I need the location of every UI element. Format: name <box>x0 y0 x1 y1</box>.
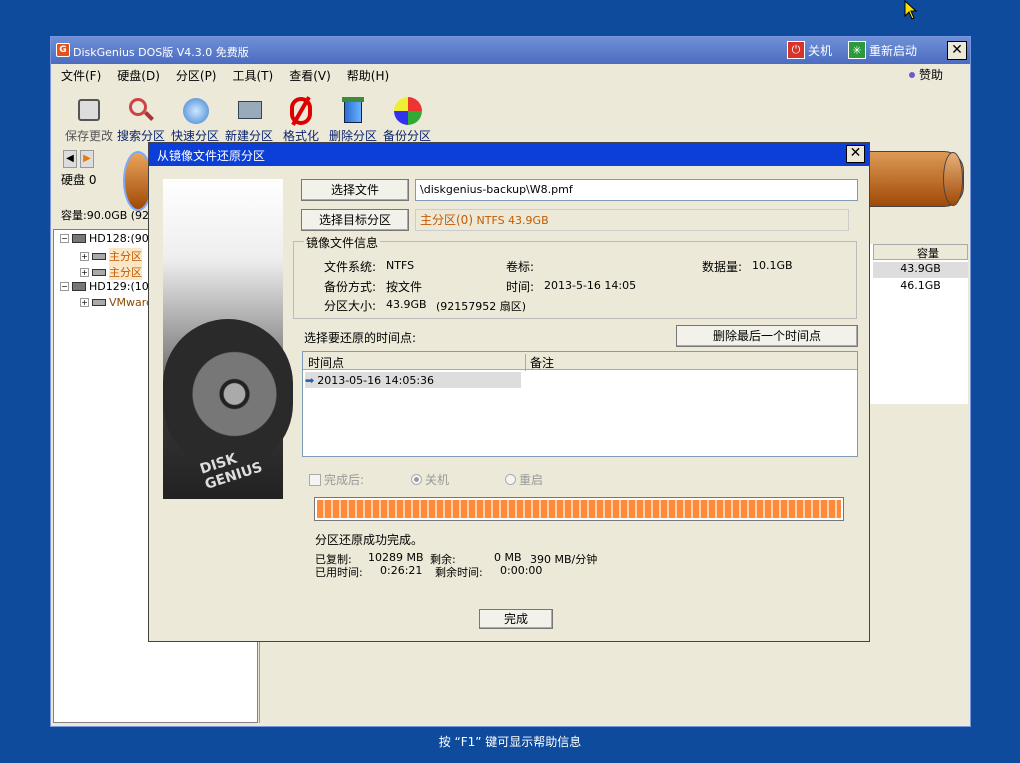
quick-partition-button[interactable]: 快速分区 <box>167 95 223 145</box>
list-item[interactable]: ➡ 2013-05-16 14:05:36 <box>305 372 521 388</box>
image-info-group: 镜像文件信息 文件系统: NTFS 卷标: 数据量: 10.1GB 备份方式: … <box>293 234 857 319</box>
file-path-field[interactable]: \diskgenius-backup\W8.pmf <box>415 179 858 201</box>
prev-disk-button[interactable]: ◀ <box>63 150 77 168</box>
menu-bar: 文件(F) 硬盘(D) 分区(P) 工具(T) 查看(V) 帮助(H) <box>51 65 970 85</box>
backup-partition-button[interactable]: 备份分区 <box>379 95 435 145</box>
done-message: 分区还原成功完成。 <box>315 533 424 547</box>
restart-button[interactable]: ✳ 重新启动 <box>848 40 917 60</box>
select-file-button[interactable]: 选择文件 <box>301 179 409 201</box>
restore-dialog: 从镜像文件还原分区 ✕ DISK GENIUS 选择文件 \diskgenius… <box>148 142 870 642</box>
finish-button[interactable]: 完成 <box>479 609 553 629</box>
group-title: 镜像文件信息 <box>304 234 381 251</box>
dialog-title: 从镜像文件还原分区 <box>157 149 266 163</box>
shutdown-radio[interactable]: 关机 <box>411 471 449 488</box>
dialog-title-bar: 从镜像文件还原分区 ✕ <box>149 143 869 166</box>
power-icon: ⏻ <box>787 41 805 59</box>
reboot-radio[interactable]: 重启 <box>505 471 543 488</box>
target-partition-field: 主分区(0) NTFS 43.9GB <box>415 209 849 231</box>
menu-help[interactable]: 帮助(H) <box>337 65 395 85</box>
choose-point-label: 选择要还原的时间点: <box>304 331 417 345</box>
next-disk-button[interactable]: ▶ <box>80 150 94 168</box>
dialog-close-button[interactable]: ✕ <box>846 145 865 163</box>
time-point-list: 时间点 备注 ➡ 2013-05-16 14:05:36 <box>302 351 858 457</box>
close-window-button[interactable]: ✕ <box>947 41 967 60</box>
quick-partition-icon <box>180 95 210 125</box>
disk-label: 硬盘 0 <box>61 173 97 187</box>
table-row[interactable]: 43.9GB <box>873 262 968 278</box>
column-note[interactable]: 备注 <box>525 354 554 371</box>
app-logo-icon: G <box>56 43 70 57</box>
column-time[interactable]: 时间点 <box>308 354 344 371</box>
partition-icon <box>92 252 106 260</box>
hard-disk-icon <box>72 234 86 243</box>
delete-last-point-button[interactable]: 删除最后一个时间点 <box>676 325 858 347</box>
search-partition-button[interactable]: 搜索分区 <box>113 95 169 145</box>
trash-icon <box>338 95 368 125</box>
list-header: 时间点 备注 <box>303 352 857 371</box>
backup-icon <box>392 95 422 125</box>
select-target-button[interactable]: 选择目标分区 <box>301 209 409 231</box>
tree-node-hd0-p2[interactable]: + 主分区 <box>80 264 142 280</box>
partition-icon <box>92 299 106 306</box>
disk-nav: ◀ ▶ <box>63 150 94 168</box>
toolbar: 保存更改 搜索分区 快速分区 新建分区 格式化 删除分区 备份分区 <box>51 89 970 145</box>
tree-node-hd1-p1[interactable]: + VMware <box>80 296 153 309</box>
partition-icon <box>92 268 106 276</box>
mouse-cursor-icon <box>904 0 918 20</box>
new-partition-button[interactable]: 新建分区 <box>221 95 277 145</box>
arrow-right-icon: ➡ <box>305 373 315 387</box>
menu-file[interactable]: 文件(F) <box>51 65 107 85</box>
column-capacity[interactable]: 容量 <box>873 244 968 260</box>
title-bar: G DiskGenius DOS版 V4.3.0 免费版 ⏻ 关机 ✳ 重新启动… <box>51 37 970 64</box>
save-changes-button[interactable]: 保存更改 <box>61 95 117 145</box>
menu-partition[interactable]: 分区(P) <box>166 65 223 85</box>
tree-node-hd1[interactable]: − HD129:(10 <box>60 280 149 293</box>
disk-genius-illustration: DISK GENIUS <box>163 179 293 499</box>
restart-icon: ✳ <box>848 41 866 59</box>
disk-map-right[interactable] <box>869 151 964 207</box>
format-icon <box>286 95 316 126</box>
new-partition-icon <box>234 95 264 125</box>
table-row[interactable]: 46.1GB <box>873 279 968 295</box>
tree-node-hd0-p1[interactable]: + 主分区 <box>80 248 142 264</box>
after-complete-checkbox[interactable]: 完成后: <box>309 471 364 488</box>
progress-bar <box>314 497 844 521</box>
menu-tools[interactable]: 工具(T) <box>223 65 280 85</box>
sponsor-dot-icon <box>909 71 915 78</box>
format-button[interactable]: 格式化 <box>273 95 329 145</box>
hard-disk-icon <box>72 282 86 291</box>
status-bar: 按 “F1” 键可显示帮助信息 <box>438 735 582 749</box>
sponsor-link[interactable]: 赞助 <box>909 66 943 83</box>
search-icon <box>126 95 156 125</box>
menu-view[interactable]: 查看(V) <box>279 65 337 85</box>
menu-disk[interactable]: 硬盘(D) <box>107 65 166 85</box>
shutdown-button[interactable]: ⏻ 关机 <box>787 40 832 60</box>
progress-fill <box>317 500 841 518</box>
tree-node-hd0[interactable]: − HD128:(90 <box>60 232 149 245</box>
window-title: DiskGenius DOS版 V4.3.0 免费版 <box>73 46 249 59</box>
delete-partition-button[interactable]: 删除分区 <box>325 95 381 145</box>
save-icon <box>74 95 104 125</box>
